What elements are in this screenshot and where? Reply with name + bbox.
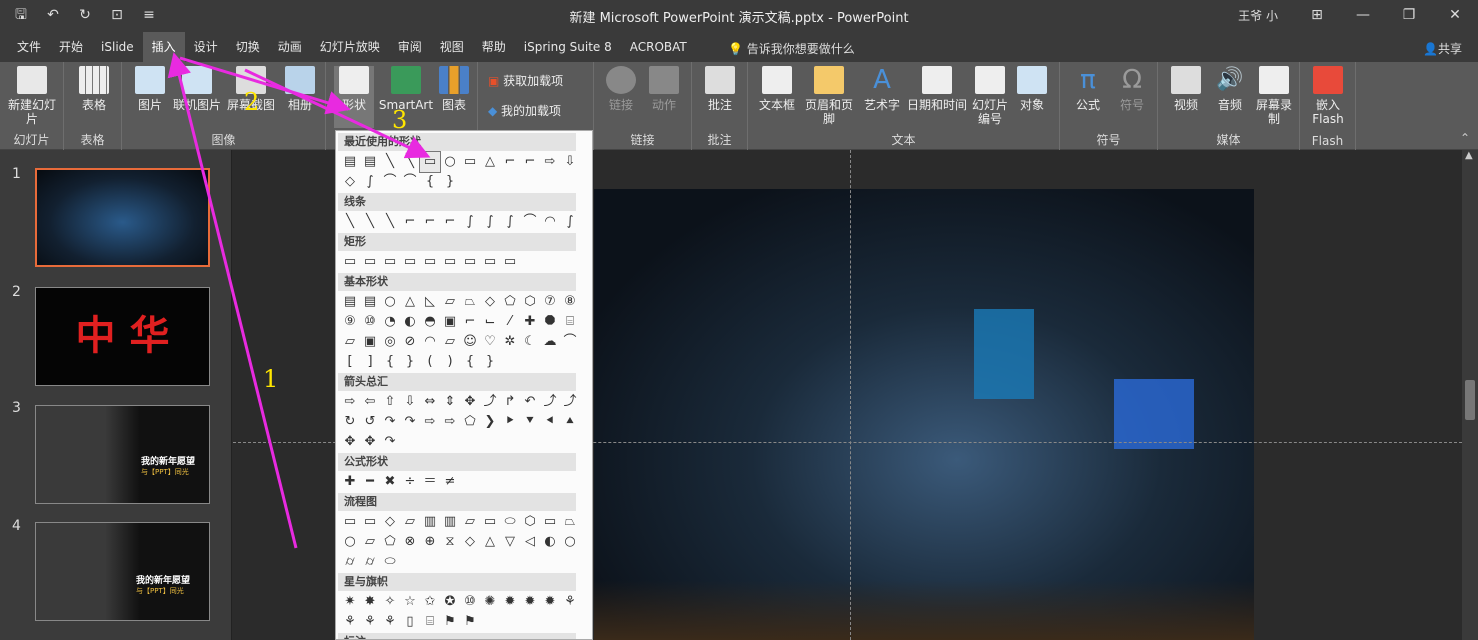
arrow-1 (167, 52, 298, 549)
tutorial-arrows (167, 52, 431, 549)
annotation-step-1: 1 (263, 365, 279, 393)
arrow-2 (179, 56, 351, 115)
annotation-step-2: 2 (244, 88, 260, 116)
annotation-step-3: 3 (392, 106, 408, 134)
